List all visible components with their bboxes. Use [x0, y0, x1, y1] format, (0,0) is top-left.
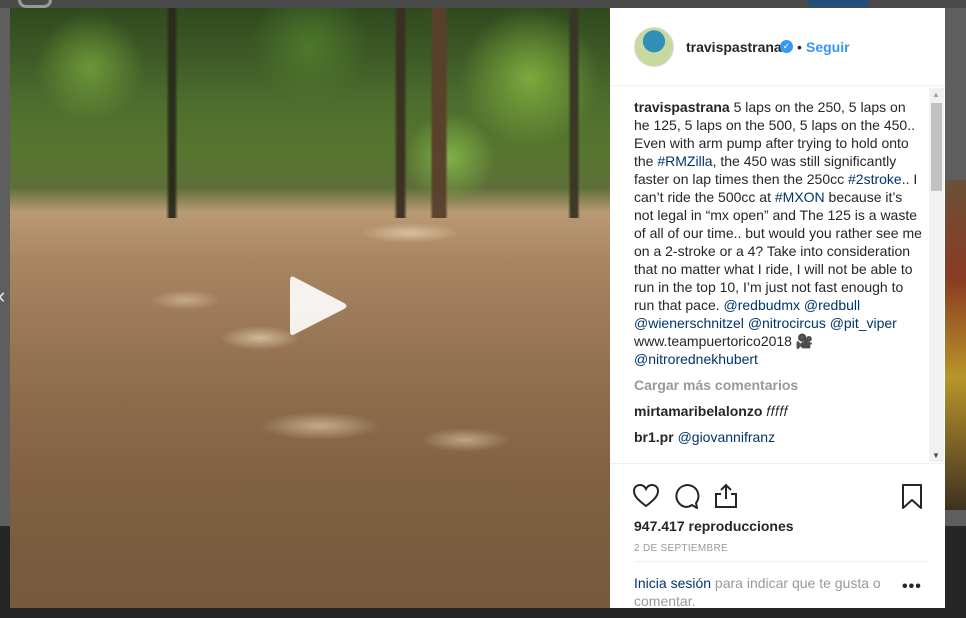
video-frame-forest [10, 8, 610, 218]
caption-tag-link[interactable]: #MXON [775, 189, 825, 205]
login-link[interactable]: Inicia sesión [634, 575, 711, 591]
backdrop-login-button [808, 0, 868, 7]
comment-item: br1.pr @giovannifranz [634, 428, 924, 446]
bookmark-icon[interactable] [898, 482, 926, 510]
comment-text: 𝑓𝑓𝑓𝑓𝑓 [766, 403, 789, 419]
post-actions: 947.417 reproducciones 2 DE SEPTIEMBRE I… [610, 463, 945, 609]
avatar[interactable] [634, 27, 674, 67]
next-post-preview[interactable] [945, 180, 966, 510]
scroll-down-arrow-icon[interactable]: ▼ [932, 451, 940, 460]
view-count: 947.417 reproducciones [634, 518, 794, 534]
caption-tag-link[interactable]: @wienerschnitzel [634, 315, 744, 331]
more-options-button[interactable]: ••• [902, 578, 922, 596]
caption-text: www.teampuertorico2018 🎥 [634, 333, 814, 349]
header-username[interactable]: travispastrana [686, 39, 782, 55]
load-more-comments-button[interactable]: Cargar más comentarios [634, 376, 924, 394]
verified-badge-icon: ✓ [780, 40, 793, 53]
post-modal: travispastrana ✓ • Seguir travispastrana… [10, 8, 945, 609]
scrollbar-thumb[interactable] [931, 103, 942, 191]
caption-text: because it’s not legal in “mx open” and … [634, 189, 922, 313]
post-date[interactable]: 2 DE SEPTIEMBRE [634, 543, 728, 554]
caption-tag-link[interactable]: #RMZilla [657, 153, 712, 169]
comments-list: travispastrana 5 laps on the 250, 5 laps… [634, 98, 924, 446]
heart-icon[interactable] [632, 482, 660, 510]
comments-scrollbar[interactable]: ▲ ▼ [929, 88, 944, 462]
caption-username[interactable]: travispastrana [634, 99, 730, 115]
comment-username[interactable]: br1.pr [634, 429, 674, 445]
caption-tag-link[interactable]: @pit_viper [830, 315, 897, 331]
caption-tag-link[interactable]: #2stroke [848, 171, 902, 187]
caption-tag-link[interactable]: @nitrocircus [748, 315, 826, 331]
comment-item: mirtamaribelalonzo 𝑓𝑓𝑓𝑓𝑓 [634, 402, 924, 420]
instagram-logo-icon [18, 0, 52, 8]
caption-tag-link[interactable]: @redbull [804, 297, 860, 313]
share-icon[interactable] [712, 482, 740, 510]
comment-mention-link[interactable]: @giovannifranz [678, 429, 776, 445]
follow-button[interactable]: Seguir [806, 39, 850, 55]
post-caption: travispastrana 5 laps on the 250, 5 laps… [634, 98, 924, 368]
header-separator: • [797, 39, 802, 55]
play-icon[interactable] [282, 273, 352, 339]
comment-bubble-icon[interactable] [672, 482, 700, 510]
login-prompt: Inicia sesión para indicar que te gusta … [634, 561, 929, 609]
post-side-panel: travispastrana ✓ • Seguir travispastrana… [610, 8, 945, 609]
video-player[interactable] [10, 8, 610, 608]
comment-username[interactable]: mirtamaribelalonzo [634, 403, 762, 419]
login-prompt-text: Inicia sesión para indicar que te gusta … [634, 574, 889, 610]
scroll-up-arrow-icon[interactable]: ▲ [932, 90, 940, 99]
chevron-left-icon[interactable]: ‹ [0, 285, 10, 307]
caption-tag-link[interactable]: @nitrorednekhubert [634, 351, 758, 367]
post-header: travispastrana ✓ • Seguir [610, 8, 945, 86]
caption-tag-link[interactable]: @redbudmx [724, 297, 800, 313]
